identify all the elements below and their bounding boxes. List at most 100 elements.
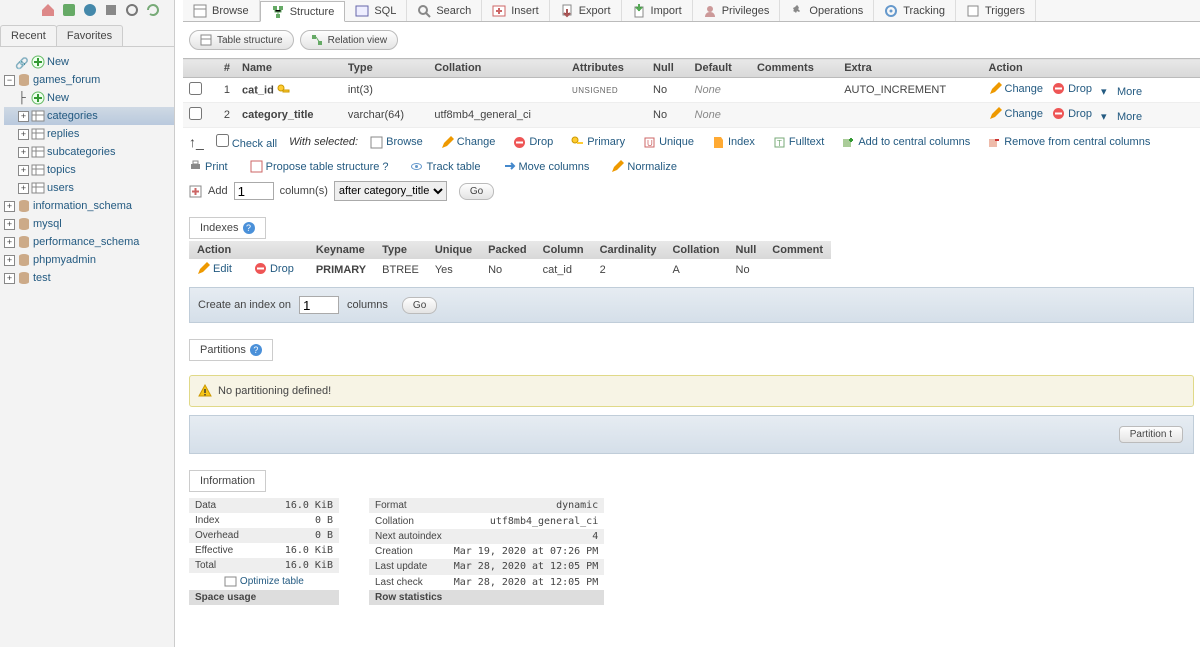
expand-icon[interactable]: + [4,273,15,284]
bulk-add-central[interactable]: Add to central columns [842,136,970,149]
help-icon[interactable]: ? [250,344,262,356]
idx-edit[interactable]: Edit [197,262,232,275]
row-checkbox[interactable] [189,107,202,120]
subtab-relation-view[interactable]: Relation view [300,30,398,50]
tree-db-phpmyadmin[interactable]: +phpmyadmin [4,251,174,269]
tree-table-users[interactable]: +users [4,179,174,197]
propose-link[interactable]: Propose table structure ? [250,160,389,173]
add-position-select[interactable]: after category_title [334,181,447,201]
tab-triggers[interactable]: Triggers [956,0,1036,21]
primary-key-icon [571,136,584,149]
drop-link[interactable]: Drop [1052,82,1092,95]
idx-th-type: Type [374,241,427,259]
tab-sql[interactable]: SQL [345,0,407,21]
move-columns-link[interactable]: Move columns [503,160,590,173]
change-link[interactable]: Change [989,82,1044,95]
help-icon[interactable]: ? [243,222,255,234]
bulk-drop[interactable]: Drop [513,136,553,149]
expand-icon[interactable]: + [4,237,15,248]
optimize-table-link[interactable]: Optimize table [240,576,304,587]
col-name: category_title [236,103,342,128]
unique-icon: U [643,136,656,149]
database-icon [17,199,31,213]
tab-browse[interactable]: Browse [183,0,260,21]
more-link[interactable]: ▾More [1101,85,1142,98]
tree-db-mysql[interactable]: +mysql [4,215,174,233]
pencil-icon [989,82,1002,95]
track-link[interactable]: Track table [410,160,480,173]
top-tabs: Browse Structure SQL Search Insert Expor… [183,0,1200,22]
database-icon [17,253,31,267]
tab-tracking[interactable]: Tracking [874,0,956,21]
expand-icon[interactable]: + [18,147,29,158]
tree-new-table[interactable]: ├New [4,89,174,107]
tree-db-information-schema[interactable]: +information_schema [4,197,174,215]
tree-db-games-forum[interactable]: −games_forum [4,71,174,89]
arrow-up-icon: ↑_ [189,134,204,150]
print-icon [189,160,202,173]
tab-operations[interactable]: Operations [780,0,874,21]
tab-export[interactable]: Export [550,0,622,21]
add-unit: column(s) [280,185,328,197]
expand-icon[interactable]: + [18,165,29,176]
sql-icon[interactable] [103,2,119,18]
drop-link[interactable]: Drop [1052,107,1092,120]
pencil-icon [989,107,1002,120]
bulk-change[interactable]: Change [441,136,496,149]
add-count-input[interactable] [234,182,274,200]
bulk-fulltext[interactable]: TFulltext [773,136,824,149]
sidebar-tab-recent[interactable]: Recent [0,25,57,46]
create-index-cols-input[interactable] [299,296,339,314]
more-link[interactable]: ▾More [1101,110,1142,123]
expand-icon[interactable]: + [4,255,15,266]
bulk-unique[interactable]: UUnique [643,136,694,149]
tree-table-subcategories[interactable]: +subcategories [4,143,174,161]
information-section: Data16.0 KiB Index0 B Overhead0 B Effect… [183,492,1200,615]
tab-structure[interactable]: Structure [260,1,346,22]
subtab-table-structure[interactable]: Table structure [189,30,294,50]
tab-privileges[interactable]: Privileges [693,0,781,21]
expand-icon[interactable]: + [18,111,29,122]
sidebar-tab-favorites[interactable]: Favorites [56,25,123,46]
tree-table-topics[interactable]: +topics [4,161,174,179]
tree-table-categories[interactable]: +categories [4,107,174,125]
bulk-index[interactable]: Index [712,136,755,149]
help-icon[interactable]: ? [382,161,388,173]
tab-search[interactable]: Search [407,0,482,21]
sidebar-quick-icons [0,0,174,25]
tab-insert[interactable]: Insert [482,0,550,21]
expand-icon[interactable]: + [18,129,29,140]
home-icon[interactable] [40,2,56,18]
th-action: Action [983,59,1200,78]
bulk-browse[interactable]: Browse [370,136,423,149]
bulk-primary[interactable]: Primary [571,136,625,149]
tree-db-test[interactable]: +test [4,269,174,287]
change-link[interactable]: Change [989,107,1044,120]
table-icon [370,136,383,149]
settings-icon[interactable] [124,2,140,18]
add-go-button[interactable]: Go [459,183,494,200]
tree-new-db[interactable]: 🔗New [4,53,174,71]
tree-table-replies[interactable]: +replies [4,125,174,143]
normalize-link[interactable]: Normalize [611,160,677,173]
docs-icon[interactable] [82,2,98,18]
print-link[interactable]: Print [189,160,228,173]
reload-icon[interactable] [145,2,161,18]
collapse-icon[interactable]: − [4,75,15,86]
col-comments [751,78,838,103]
fulltext-icon: T [773,136,786,149]
bulk-remove-central[interactable]: Remove from central columns [988,136,1150,149]
create-index-go-button[interactable]: Go [402,297,437,314]
check-all[interactable]: Check all [216,134,277,150]
th-name[interactable]: Name [236,59,342,78]
col-collation: utf8mb4_general_ci [428,103,566,128]
expand-icon[interactable]: + [18,183,29,194]
tab-import[interactable]: Import [622,0,693,21]
row-checkbox[interactable] [189,82,202,95]
tree-db-performance-schema[interactable]: +performance_schema [4,233,174,251]
expand-icon[interactable]: + [4,201,15,212]
idx-drop[interactable]: Drop [254,262,294,275]
logout-icon[interactable] [61,2,77,18]
expand-icon[interactable]: + [4,219,15,230]
partition-table-button[interactable]: Partition t [1119,426,1183,443]
